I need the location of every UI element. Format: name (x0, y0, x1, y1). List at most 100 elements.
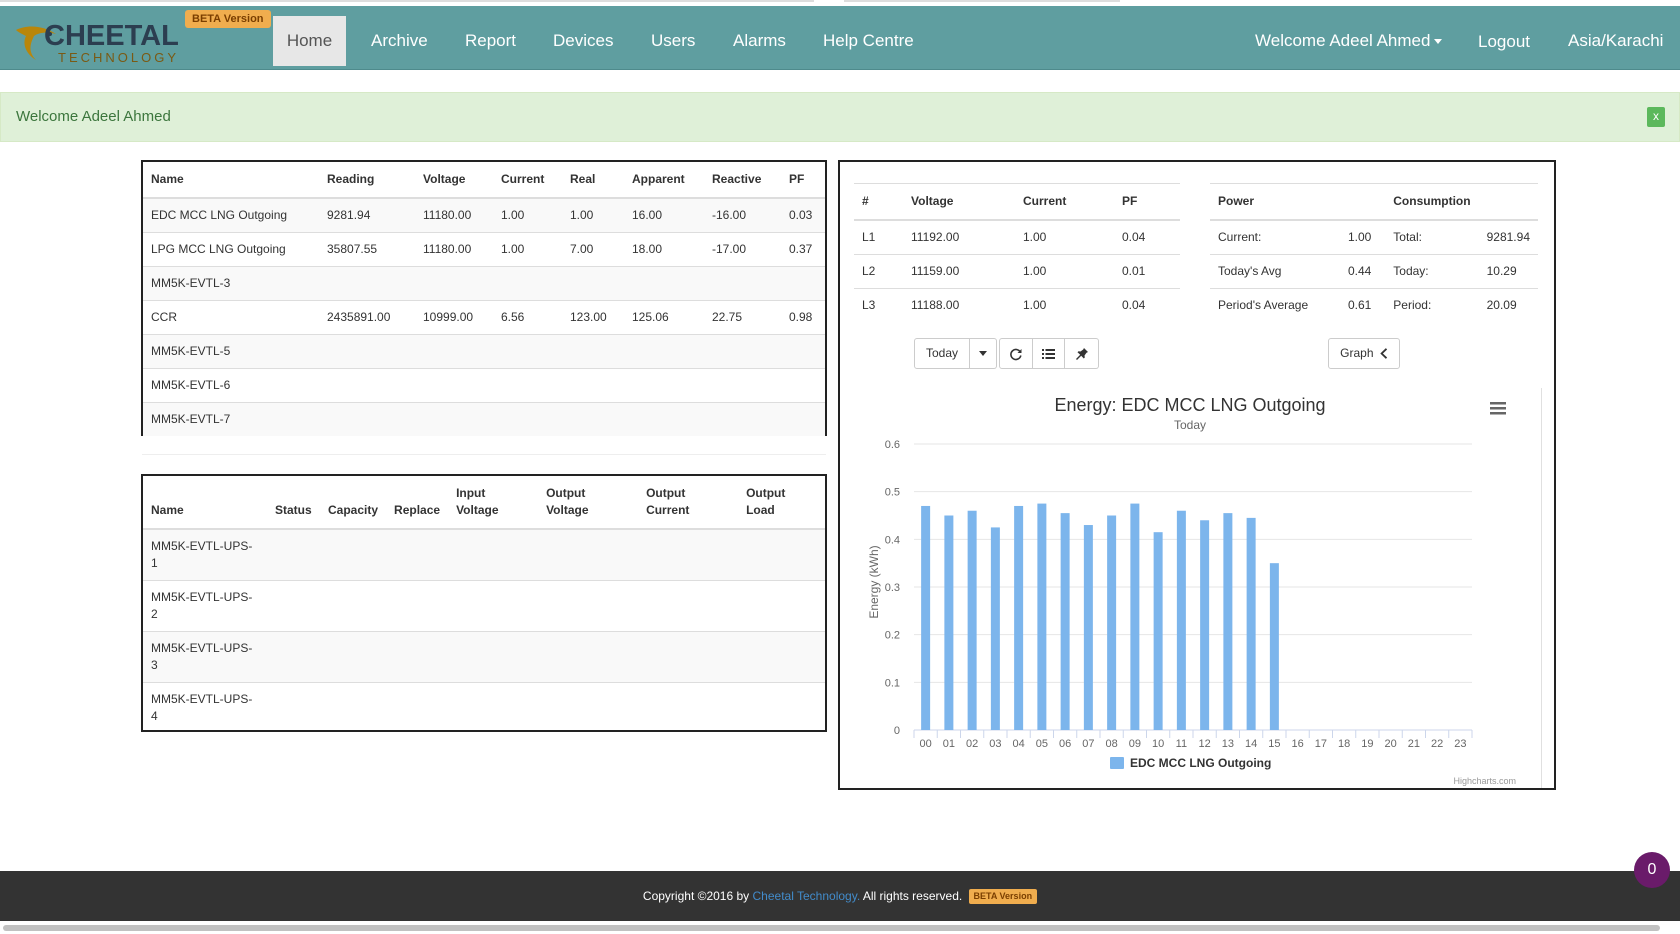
logout-link[interactable]: Logout (1465, 17, 1543, 67)
column-header: Output Load (738, 476, 825, 530)
chart-bar[interactable] (921, 505, 931, 730)
table-cell (781, 265, 825, 300)
table-row[interactable]: EDC MCC LNG Outgoing 9281.94 11180.00 1.00 1… (143, 197, 825, 232)
x-tick-label: 21 (1408, 738, 1420, 750)
chart-bar[interactable] (1060, 513, 1070, 730)
nav-archive[interactable]: Archive (358, 16, 441, 66)
table-cell: L1 (854, 219, 903, 254)
table-cell (638, 630, 739, 682)
navbar: CHEETAL TECHNOLOGY BETA Version Home Arc… (0, 6, 1680, 70)
chart-bar[interactable] (1130, 503, 1140, 730)
table-row[interactable]: MM5K-EVTL-UPS-3 (143, 630, 825, 682)
table-cell (781, 367, 825, 402)
table-cell: MM5K-EVTL-7 (143, 401, 319, 436)
chart-menu-button[interactable] (1486, 396, 1510, 418)
column-header: Reading (319, 162, 415, 199)
chart-bar[interactable] (1176, 510, 1186, 730)
horizontal-scrollbar[interactable] (3, 925, 1660, 931)
table-cell: 0.37 (781, 231, 825, 266)
nav-users[interactable]: Users (638, 16, 708, 66)
table-row[interactable]: MM5K-EVTL-7 (143, 401, 825, 436)
y-axis-title: Energy (kWh) (867, 545, 881, 618)
chart-bar[interactable] (1200, 520, 1210, 730)
column-header: Capacity (320, 476, 387, 530)
table-row[interactable]: L1 11192.00 1.00 0.04 (854, 219, 1180, 254)
brand-logo[interactable]: CHEETAL TECHNOLOGY (14, 20, 179, 65)
footer-company-link[interactable]: Cheetal Technology. (753, 889, 861, 903)
nav-devices[interactable]: Devices (540, 16, 626, 66)
nav-home[interactable]: Home (273, 16, 346, 66)
table-row[interactable]: MM5K-EVTL-UPS-1 (143, 528, 825, 580)
x-tick-label: 17 (1315, 738, 1327, 750)
table-cell: L2 (854, 253, 903, 288)
table-cell (320, 528, 387, 580)
top-strip-segment (844, 0, 1120, 2)
list-view-button[interactable] (1033, 338, 1065, 369)
period-dropdown-toggle[interactable] (970, 338, 997, 369)
chart-bar[interactable] (967, 510, 977, 730)
refresh-button[interactable] (999, 338, 1033, 369)
table-cell: 7.00 (562, 231, 624, 266)
column-header: Input Voltage (448, 476, 539, 530)
table-cell (624, 401, 704, 436)
table-cell (638, 528, 739, 580)
chart-bar[interactable] (1223, 513, 1233, 730)
chart-bar[interactable] (1037, 503, 1047, 730)
x-tick-label: 12 (1199, 738, 1211, 750)
table-cell (704, 265, 781, 300)
y-tick-label: 0.2 (885, 630, 900, 642)
table-cell: 0.04 (1114, 219, 1180, 254)
table-cell (415, 367, 493, 402)
table-row[interactable]: L3 11188.00 1.00 0.04 (854, 287, 1180, 322)
timezone-label[interactable]: Asia/Karachi (1555, 16, 1676, 66)
table-row[interactable]: LPG MCC LNG Outgoing 35807.55 11180.00 1.00… (143, 231, 825, 266)
table-cell: MM5K-EVTL-6 (143, 367, 319, 402)
nav-help-centre[interactable]: Help Centre (810, 16, 927, 66)
pin-button[interactable] (1065, 338, 1099, 369)
chart-bar[interactable] (1269, 563, 1279, 730)
table-cell (448, 579, 539, 631)
x-tick-label: 22 (1431, 738, 1443, 750)
footer: Copyright ©2016 by Cheetal Technology. A… (0, 871, 1680, 921)
table-row[interactable]: Today's Avg 0.44 Today: 10.29 (1210, 253, 1538, 288)
table-cell: 125.06 (624, 299, 704, 334)
table-cell: 1.00 (1015, 253, 1114, 288)
column-header: Output Current (638, 476, 739, 530)
graph-toggle-button[interactable]: Graph (1328, 338, 1400, 369)
table-row[interactable]: CCR 2435891.00 10999.00 6.56 123.00 125.06 22.… (143, 299, 825, 334)
table-row[interactable]: Period's Average 0.61 Period: 20.09 (1210, 287, 1538, 322)
table-row[interactable]: Current: 1.00 Total: 9281.94 (1210, 219, 1538, 254)
alert-close-button[interactable]: x (1647, 107, 1665, 127)
x-tick-label: 10 (1152, 738, 1164, 750)
table-row[interactable]: MM5K-EVTL-UPS-4 (143, 681, 825, 733)
chart-bar[interactable] (1246, 517, 1256, 730)
column-header: Apparent (624, 162, 704, 199)
table-cell (624, 367, 704, 402)
column-header (1478, 183, 1538, 221)
table-row[interactable]: MM5K-EVTL-5 (143, 333, 825, 368)
period-select-button[interactable]: Today (914, 338, 970, 369)
chart-bar[interactable] (944, 515, 954, 731)
table-row[interactable]: L2 11159.00 1.00 0.01 (854, 253, 1180, 288)
chart-bar[interactable] (1153, 532, 1163, 730)
notification-bubble[interactable]: 0 (1634, 852, 1670, 888)
user-menu[interactable]: Welcome Adeel Ahmed (1242, 16, 1455, 66)
chart-bar[interactable] (990, 527, 1000, 730)
chart-bar[interactable] (1083, 525, 1093, 730)
chart-subtitle: Today (1174, 418, 1206, 432)
chart-bar[interactable] (1014, 505, 1024, 730)
table-row[interactable]: MM5K-EVTL-UPS-2 (143, 579, 825, 631)
chart-legend[interactable]: EDC MCC LNG Outgoing (1110, 756, 1271, 770)
x-tick-label: 13 (1222, 738, 1234, 750)
beta-badge: BETA Version (185, 10, 271, 28)
nav-report[interactable]: Report (452, 16, 529, 66)
table-row[interactable]: MM5K-EVTL-6 (143, 367, 825, 402)
table-cell: 1.00 (493, 231, 562, 266)
table-cell (738, 528, 825, 580)
chart-bar[interactable] (1107, 515, 1117, 731)
table-cell: 11180.00 (415, 231, 493, 266)
table-row[interactable]: MM5K-EVTL-3 (143, 265, 825, 300)
chart-credits[interactable]: Highcharts.com (1453, 776, 1516, 786)
table-cell: 6.56 (493, 299, 562, 334)
nav-alarms[interactable]: Alarms (720, 16, 799, 66)
